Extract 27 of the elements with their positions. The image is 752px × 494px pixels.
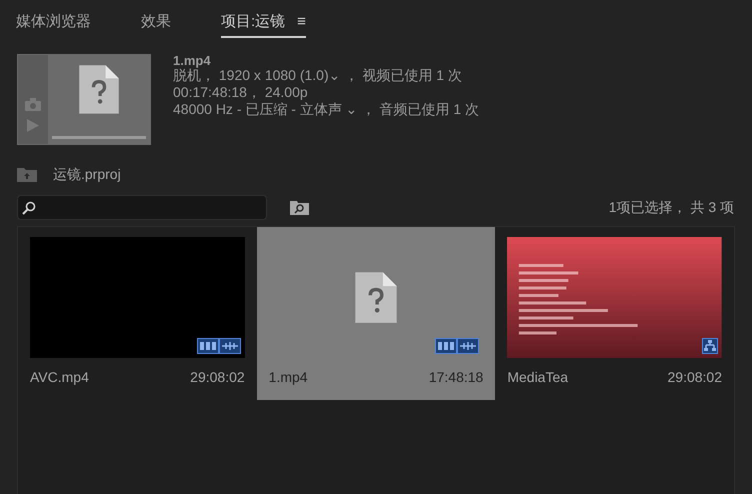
clip-info: 48000 Hz - 已压缩 - 立体声 ⌄ ， 音频已使用 1 次 bbox=[173, 101, 480, 118]
clip-name: AVC.mp4 bbox=[30, 368, 89, 387]
clip-tile[interactable]: 1.mp4 17:48:18 bbox=[256, 227, 496, 400]
panel-menu-icon[interactable]: ≡ bbox=[297, 10, 306, 33]
clip-name: 1.mp4 bbox=[268, 368, 308, 387]
missing-file-icon bbox=[77, 63, 121, 116]
clip-info: 00:17:48:18， 24.00p bbox=[173, 84, 309, 101]
clip-tile[interactable]: AVC.mp4 29:08:02 bbox=[18, 227, 257, 400]
find-folder-icon[interactable] bbox=[290, 200, 309, 215]
play-icon[interactable] bbox=[27, 119, 39, 132]
clip-duration: 17:48:18 bbox=[428, 368, 484, 387]
panel-tab[interactable]: 项目:运镜 bbox=[221, 10, 286, 33]
panel-tab[interactable]: 效果 bbox=[141, 10, 171, 33]
bin-folder-icon[interactable] bbox=[17, 166, 37, 182]
clip-tile[interactable]: MediaTea 29:08:02 bbox=[495, 227, 734, 400]
search-field[interactable] bbox=[17, 195, 267, 220]
clip-info: 脱机， 1920 x 1080 (1.0)⌄ ， 视频已使用 1 次 bbox=[173, 67, 463, 84]
camera-icon[interactable] bbox=[25, 98, 41, 111]
clip-name: MediaTea bbox=[507, 368, 568, 387]
clip-duration: 29:08:02 bbox=[190, 368, 245, 387]
missing-file-icon bbox=[352, 270, 399, 326]
project-name: 运镜.prproj bbox=[53, 164, 121, 184]
panel-tab[interactable]: 媒体浏览器 bbox=[16, 10, 91, 33]
clip-name: 1.mp4 bbox=[173, 54, 212, 67]
clip-duration: 29:08:02 bbox=[668, 368, 722, 387]
selection-count: 1项已选择， 共 3 项 bbox=[608, 198, 734, 217]
search-icon bbox=[22, 200, 36, 214]
